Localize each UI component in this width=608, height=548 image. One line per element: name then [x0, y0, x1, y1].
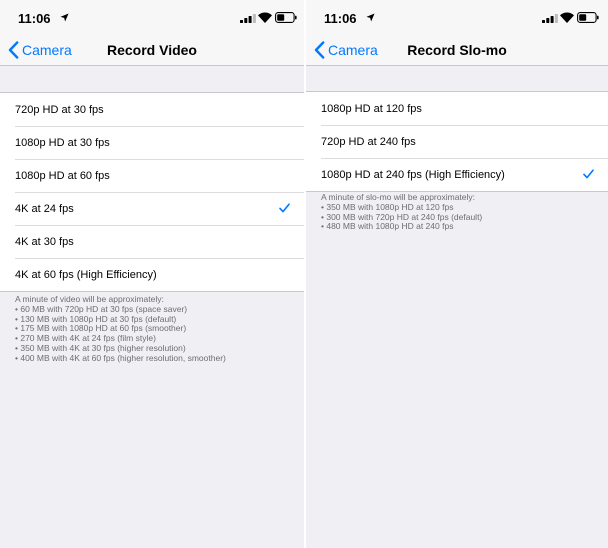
option-1080p-120fps[interactable]: 1080p HD at 120 fps	[306, 92, 608, 125]
option-label: 720p HD at 240 fps	[321, 135, 416, 148]
page-title: Record Video	[107, 42, 197, 58]
option-label: 4K at 24 fps	[15, 202, 74, 215]
option-1080p-30fps[interactable]: 1080p HD at 30 fps	[0, 126, 304, 159]
checkmark-icon	[279, 203, 290, 213]
record-video-screen: 11:06 Camera Record Video 720p HD at 30 …	[0, 0, 304, 548]
footer-line: • 480 MB with 1080p HD at 240 fps	[321, 221, 454, 232]
option-720p-30fps[interactable]: 720p HD at 30 fps	[0, 93, 304, 126]
slo-mo-format-options: 1080p HD at 120 fps 720p HD at 240 fps 1…	[306, 91, 608, 192]
wifi-icon	[560, 12, 574, 23]
status-bar: 11:06	[0, 0, 304, 36]
location-arrow-icon	[366, 13, 375, 22]
option-label: 4K at 60 fps (High Efficiency)	[15, 268, 157, 281]
cellular-signal-icon	[542, 14, 558, 23]
status-time: 11:06	[324, 11, 357, 26]
footer-line: • 400 MB with 4K at 60 fps (higher resol…	[15, 352, 226, 363]
location-arrow-icon	[60, 13, 69, 22]
option-1080p-240fps[interactable]: 1080p HD at 240 fps (High Efficiency)	[306, 158, 608, 191]
navigation-bar: Camera Record Slo-mo	[306, 36, 608, 66]
cellular-signal-icon	[240, 14, 256, 23]
video-format-options: 720p HD at 30 fps 1080p HD at 30 fps 108…	[0, 92, 304, 292]
navigation-bar: Camera Record Video	[0, 36, 304, 66]
checkmark-icon	[583, 169, 594, 179]
option-4k-30fps[interactable]: 4K at 30 fps	[0, 225, 304, 258]
option-label: 1080p HD at 120 fps	[321, 102, 422, 115]
storage-estimate-footer: A minute of slo-mo will be approximately…	[321, 192, 600, 232]
option-label: 720p HD at 30 fps	[15, 103, 104, 116]
option-label: 1080p HD at 30 fps	[15, 136, 110, 149]
option-label: 1080p HD at 240 fps (High Efficiency)	[321, 168, 505, 181]
record-slo-mo-screen: 11:06 Camera Record Slo-mo 1080p HD at 1…	[306, 0, 608, 548]
option-720p-240fps[interactable]: 720p HD at 240 fps	[306, 125, 608, 158]
option-4k-24fps[interactable]: 4K at 24 fps	[0, 192, 304, 225]
battery-icon	[577, 12, 599, 23]
wifi-icon	[258, 12, 272, 23]
battery-icon	[275, 12, 297, 23]
status-bar: 11:06	[306, 0, 608, 36]
storage-estimate-footer: A minute of video will be approximately:…	[15, 294, 296, 364]
status-time: 11:06	[18, 11, 51, 26]
option-label: 4K at 30 fps	[15, 235, 74, 248]
option-1080p-60fps[interactable]: 1080p HD at 60 fps	[0, 159, 304, 192]
option-4k-60fps[interactable]: 4K at 60 fps (High Efficiency)	[0, 258, 304, 291]
option-label: 1080p HD at 60 fps	[15, 169, 110, 182]
page-title: Record Slo-mo	[407, 42, 507, 58]
